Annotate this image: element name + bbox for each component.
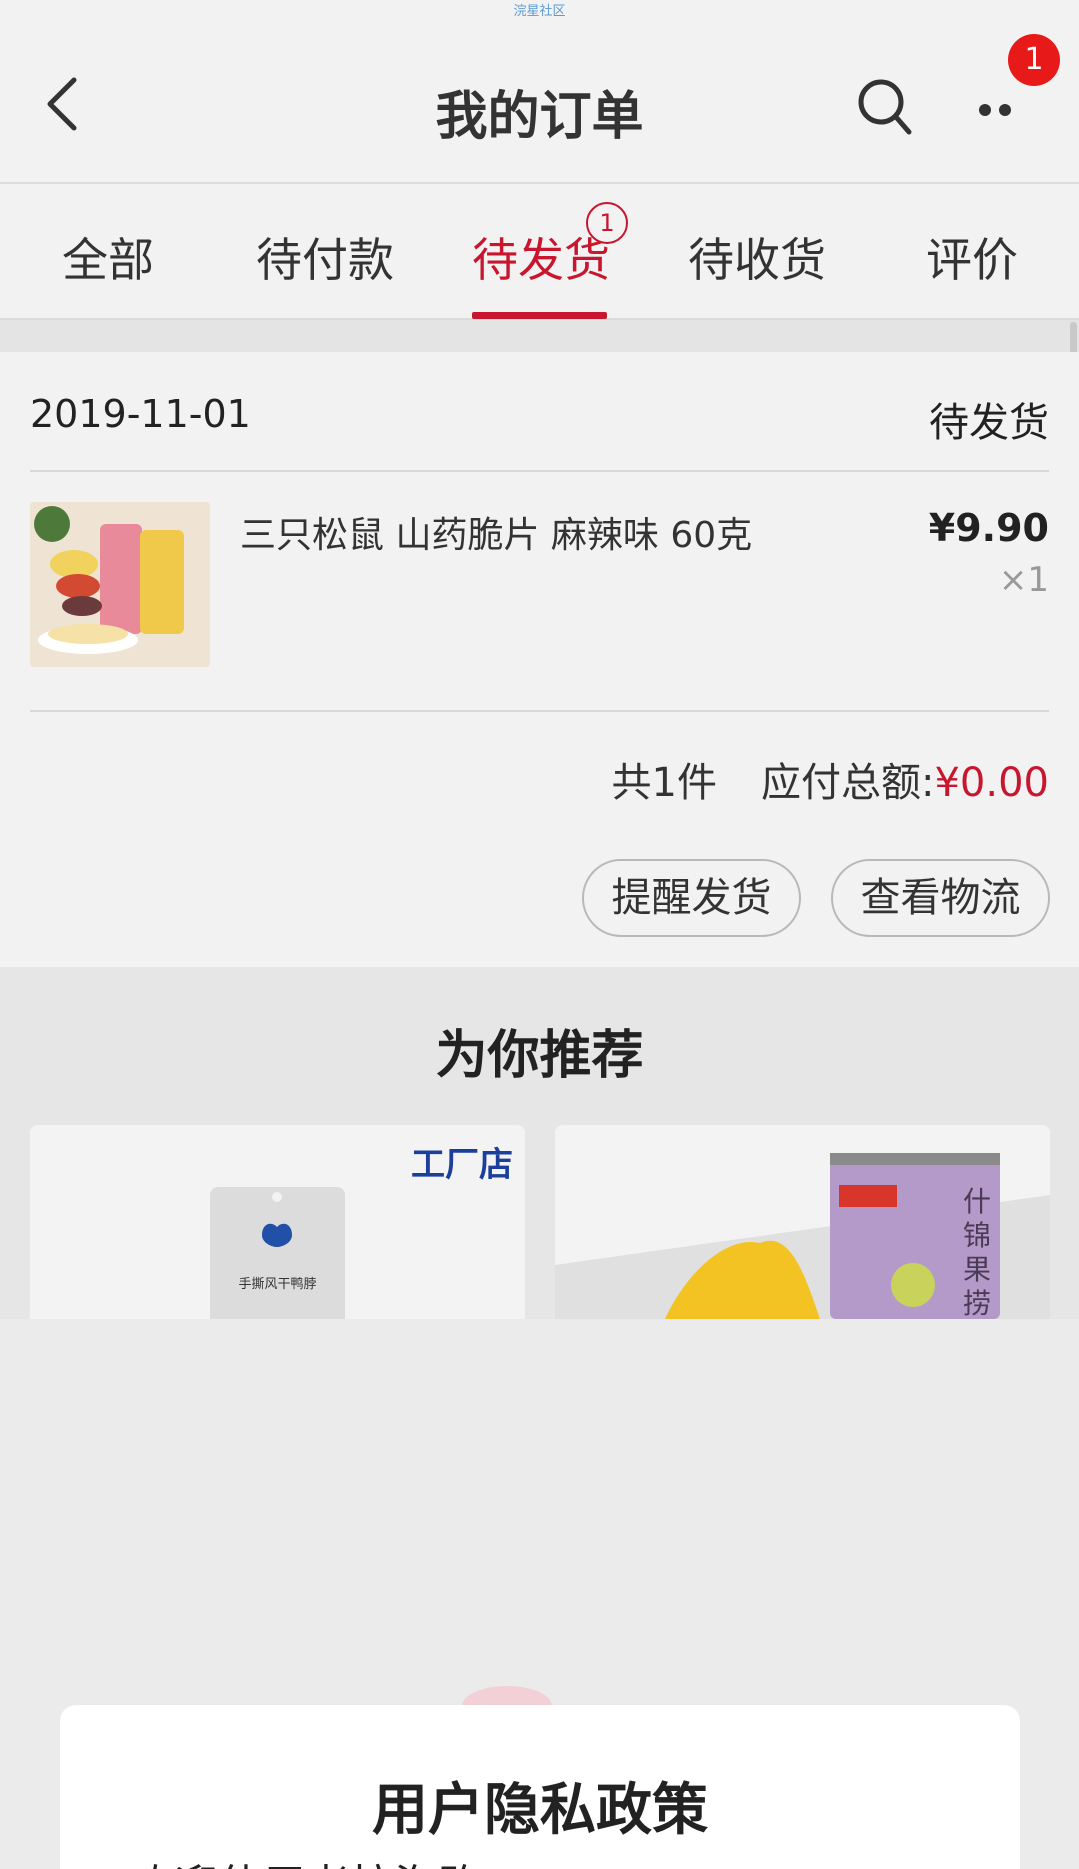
view-logistics-button[interactable]: 查看物流 — [831, 859, 1050, 937]
tab-count-badge: 1 — [586, 202, 628, 244]
order-date: 2019-11-01 — [30, 392, 251, 436]
product-name[interactable]: 三只松鼠 山药脆片 麻辣味 60克 — [240, 506, 752, 558]
recommend-card[interactable]: 工厂店 手撕风干鸭脖 — [30, 1125, 525, 1319]
privacy-modal: 用户隐私政策 欢迎使用考拉海购! — [60, 1705, 1020, 1869]
order-status: 待发货 — [929, 400, 1049, 446]
top-bar: 我的订单 — [0, 24, 1079, 184]
brand-logo-icon — [262, 1192, 292, 1247]
recommend-card[interactable]: 什锦果捞 — [555, 1125, 1050, 1319]
factory-store-tag: 工厂店 — [411, 1145, 513, 1185]
recommend-section: 为你推荐 工厂店 手撕风干鸭脖 什锦果捞 — [0, 967, 1079, 1319]
order-tabs: 全部 待付款 待发货 待收货 评价 — [0, 184, 1079, 320]
more-dot-icon — [999, 104, 1011, 116]
notification-badge: 1 — [1008, 34, 1060, 86]
screen: 浣星社区 我的订单 1 全部 待付款 待发货 待收货 评价 1 2019-11-… — [0, 0, 1079, 1869]
product-thumbnail[interactable] — [30, 502, 210, 667]
product-image — [30, 502, 210, 667]
modal-text: 欢迎使用考拉海购! — [130, 1850, 500, 1869]
total-amount: ¥0.00 — [934, 760, 1049, 806]
divider — [30, 470, 1049, 472]
tab-all[interactable]: 全部 — [62, 224, 154, 290]
tab-pending-receipt[interactable]: 待收货 — [688, 224, 826, 290]
order-summary: 共1件 应付总额:¥0.00 — [612, 750, 1049, 808]
active-tab-indicator — [472, 312, 607, 319]
total-label: 应付总额: — [761, 760, 935, 806]
modal-title: 用户隐私政策 — [372, 1778, 708, 1843]
search-icon — [858, 79, 912, 135]
tab-pending-payment[interactable]: 待付款 — [256, 224, 394, 290]
product-price: ¥9.90 — [928, 506, 1049, 550]
product-image: 手撕风干鸭脖 — [210, 1187, 345, 1319]
product-quantity: ×1 — [998, 560, 1049, 600]
page-title: 我的订单 — [435, 87, 644, 147]
search-button[interactable] — [855, 76, 915, 136]
section-gap — [0, 320, 1079, 352]
tab-review[interactable]: 评价 — [926, 224, 1018, 290]
item-count: 共1件 — [611, 760, 717, 806]
order-card[interactable]: 2019-11-01 待发货 三只松鼠 山药脆片 麻辣味 60克 ¥9.90 ×… — [0, 352, 1079, 967]
watermark: 浣星社区 — [513, 4, 566, 19]
remind-shipment-button[interactable]: 提醒发货 — [582, 859, 801, 937]
divider — [30, 710, 1049, 712]
product-label: 什锦果捞 — [963, 1185, 992, 1319]
recommend-title: 为你推荐 — [435, 1026, 644, 1086]
more-dot-icon — [979, 104, 991, 116]
product-label: 手撕风干鸭脖 — [238, 1277, 317, 1292]
more-button[interactable] — [975, 98, 1025, 118]
